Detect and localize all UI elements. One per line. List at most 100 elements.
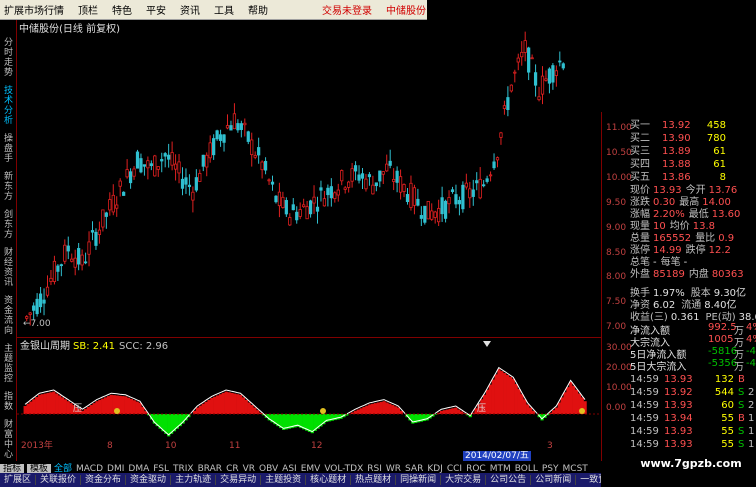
left-tab-5[interactable]: 财经资讯 (0, 248, 17, 288)
indicator-item[interactable]: MCST (563, 464, 588, 473)
indicator-chart[interactable]: 压压2013年810111234 (17, 339, 601, 451)
function-item[interactable]: 扩展区 (0, 475, 37, 485)
ind-tick-0: 30.00 (606, 343, 632, 353)
indicator-item[interactable]: EMV (301, 464, 321, 473)
candle-body (419, 215, 423, 219)
price-tick-8: 8.50 (606, 247, 627, 258)
candle-body (340, 170, 344, 182)
indicator-bar (376, 402, 380, 414)
indicator-bar (445, 409, 449, 414)
function-item[interactable]: 关联报价 (36, 475, 82, 485)
indicator-bar (195, 407, 200, 414)
function-item[interactable]: 核心题材 (306, 475, 352, 485)
indicator-item[interactable]: PSY (542, 464, 559, 473)
login-status[interactable]: 交易未登录 (315, 2, 379, 17)
candle-body (388, 160, 392, 166)
indicator-item[interactable]: ASI (282, 464, 297, 473)
function-item[interactable]: 大宗交易 (441, 475, 487, 485)
left-tab-6[interactable]: 资金流向 (0, 296, 17, 336)
menu-item-ext-market[interactable]: 扩展市场行情 (0, 2, 71, 17)
indicator-item[interactable]: SAR (405, 464, 423, 473)
flow-value: -5356 (708, 358, 738, 369)
left-tab-9[interactable]: 财富中心 (0, 420, 17, 460)
indicator-item[interactable]: VR (243, 464, 255, 473)
menu-item-features[interactable]: 特色 (105, 2, 139, 17)
indicator-bar (396, 407, 401, 414)
menu-item-topbar[interactable]: 顶栏 (71, 2, 105, 17)
flow-value: -5816 (708, 346, 738, 357)
indicator-item[interactable]: ROC (466, 464, 486, 473)
function-item[interactable]: 资金分布 (81, 475, 127, 485)
indicator-item[interactable]: FSL (153, 464, 169, 473)
indicator-tab-0[interactable]: 指标 (0, 464, 25, 473)
indicator-item[interactable]: BOLL (515, 464, 538, 473)
candle-body (35, 298, 39, 315)
kline-chart[interactable]: ←7.00 (17, 20, 601, 338)
indicator-bar (43, 393, 47, 414)
menu-item-help[interactable]: 帮助 (241, 2, 275, 17)
function-bar: 扩展区 关联报价 资金分布 资金驱动 主力轨迹 交易异动 主题投资 核心题材 热点题材 同操新闻大… (0, 473, 601, 487)
left-tab-2[interactable]: 操盘手 (0, 134, 17, 164)
pressure-marker: 压 (477, 403, 486, 414)
menu-item-pingan[interactable]: 平安 (139, 2, 173, 17)
tick-time: 14:59 (630, 413, 659, 424)
quote-value2: 12.2 (708, 245, 731, 256)
function-item[interactable]: 热点题材 (351, 475, 397, 485)
indicator-bar (574, 389, 579, 414)
indicator-item[interactable]: OBV (259, 464, 278, 473)
indicator-item[interactable]: DMI (107, 464, 124, 473)
left-tab-0[interactable]: 分时走势 (0, 38, 17, 78)
indicator-item[interactable]: KDJ (427, 464, 443, 473)
candle-body (426, 201, 430, 220)
indicator-bar (121, 396, 125, 414)
indicator-bar (233, 393, 237, 414)
candle-body (212, 138, 216, 156)
candle-body (499, 132, 503, 138)
indicator-item[interactable]: WR (386, 464, 401, 473)
function-item[interactable]: 主力轨迹 (171, 475, 217, 485)
indicator-item[interactable]: BRAR (198, 464, 222, 473)
indicator-tab-1[interactable]: 模板 (27, 464, 52, 473)
indicator-item[interactable]: 全部 (54, 464, 72, 473)
indicator-bar (106, 396, 111, 414)
left-tab-7[interactable]: 主题监控 (0, 344, 17, 384)
indicator-bar (356, 409, 360, 414)
function-item[interactable]: 公司新闻 (531, 475, 577, 485)
function-item[interactable]: 公司公告 (486, 475, 532, 485)
indicator-bar (385, 402, 389, 414)
menu-item-news[interactable]: 资讯 (173, 2, 207, 17)
menu-item-tools[interactable]: 工具 (207, 2, 241, 17)
indicator-bar (373, 403, 378, 414)
indicator-item[interactable]: RSI (367, 464, 382, 473)
left-tab-1[interactable]: 技术分析 (0, 86, 17, 126)
tick-time: 14:59 (630, 426, 659, 437)
indicator-bar (95, 401, 99, 414)
function-item[interactable]: 资金驱动 (126, 475, 172, 485)
candle-body (177, 161, 181, 174)
indicator-item[interactable]: CR (226, 464, 239, 473)
candle-body (108, 199, 112, 211)
indicator-item[interactable]: MTM (490, 464, 511, 473)
indicator-item[interactable]: TRIX (173, 464, 194, 473)
candle-body (198, 172, 202, 182)
function-item[interactable]: 同操新闻 (396, 475, 442, 485)
indicator-item[interactable]: CCI (447, 464, 462, 473)
indicator-item[interactable]: VOL-TDX (324, 464, 363, 473)
indicator-bar (49, 392, 53, 414)
price-tick-7: 9.00 (606, 222, 627, 233)
candle-body (42, 299, 46, 304)
price-tick-6: 9.50 (606, 197, 627, 208)
tick-price: 13.94 (664, 413, 693, 424)
left-tab-8[interactable]: 指数 (0, 392, 17, 412)
indicator-item[interactable]: MACD (76, 464, 103, 473)
candle-body (343, 187, 347, 190)
function-item[interactable]: 一致预期 (576, 475, 601, 485)
left-tab-4[interactable]: 剑东方 (0, 210, 17, 240)
candle-body (260, 161, 264, 171)
function-item[interactable]: 交易异动 (216, 475, 262, 485)
function-item[interactable]: 主题投资 (261, 475, 307, 485)
candle-body (468, 188, 472, 199)
tick-count: 2 (748, 387, 755, 398)
indicator-item[interactable]: DMA (128, 464, 149, 473)
left-tab-3[interactable]: 新东方 (0, 172, 17, 202)
